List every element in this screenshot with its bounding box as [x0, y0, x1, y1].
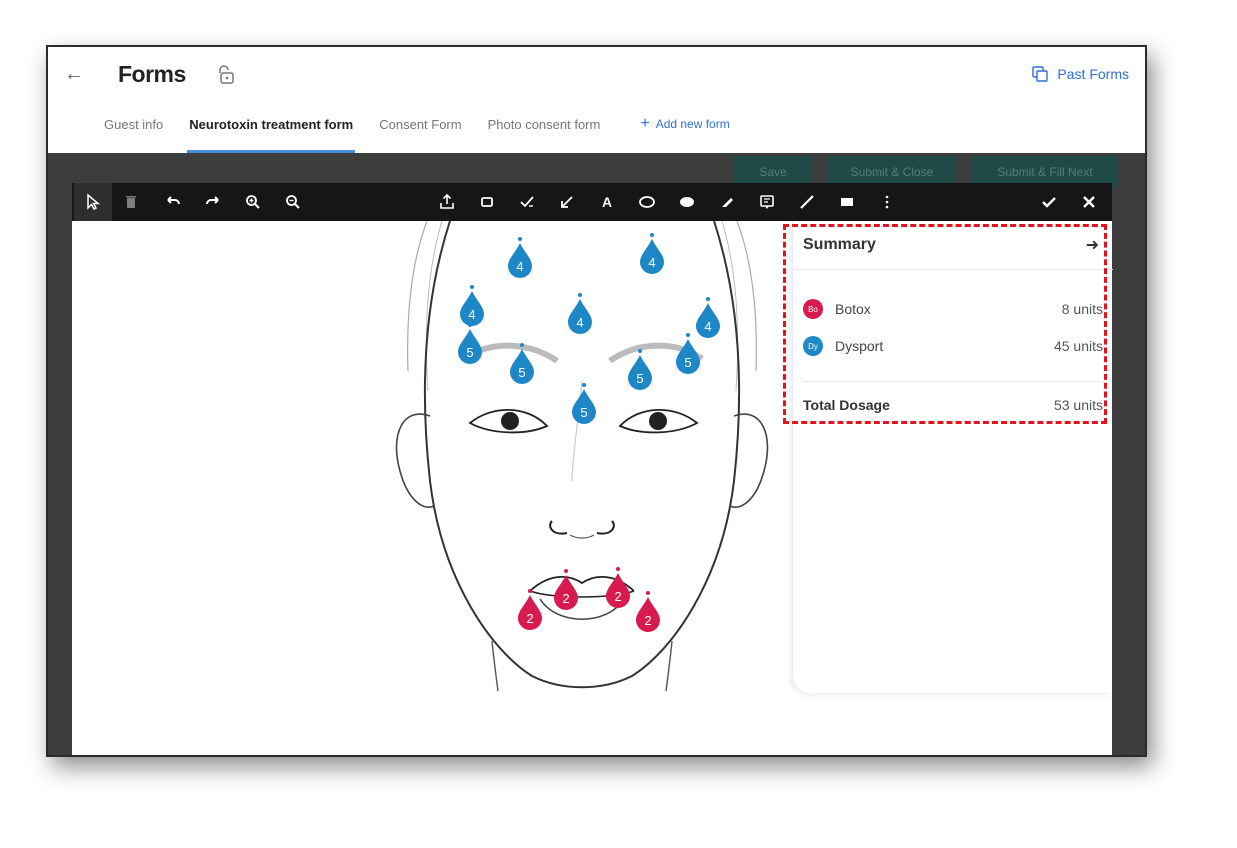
- product-units: 8 units: [1061, 301, 1103, 317]
- dysport-injection-point[interactable]: 5: [572, 383, 596, 424]
- checkmark-draw-icon[interactable]: [508, 183, 546, 221]
- tab-guest-info[interactable]: Guest info: [102, 113, 165, 153]
- summary-row-dysport: Dy Dysport 45 units: [803, 336, 1103, 356]
- back-arrow-icon[interactable]: ←: [64, 63, 86, 85]
- filled-rect-icon[interactable]: [828, 183, 866, 221]
- dose-label: 5: [518, 365, 525, 380]
- page-title: Forms: [118, 61, 186, 87]
- select-icon[interactable]: [74, 183, 112, 221]
- forms-window: ← Forms Past Forms Guest info Neurotoxin…: [46, 45, 1147, 757]
- summary-header: Summary ➜: [803, 235, 1099, 255]
- total-dosage-row: Total Dosage 53 units: [803, 397, 1103, 413]
- annotation-toolbar: A: [72, 183, 1112, 221]
- face-diagram[interactable]: 4 4 4 4 4 5 5 5 5 5 2 2 2 2: [372, 221, 792, 691]
- copy-forms-icon: [1032, 66, 1049, 82]
- zoom-in-icon[interactable]: [234, 183, 272, 221]
- undo-icon[interactable]: [154, 183, 192, 221]
- dysport-injection-point[interactable]: 5: [676, 333, 700, 374]
- zoom-out-icon[interactable]: [274, 183, 312, 221]
- upload-icon[interactable]: [428, 183, 466, 221]
- botox-injection-point[interactable]: 2: [518, 589, 542, 630]
- note-icon[interactable]: [748, 183, 786, 221]
- product-name: Dysport: [835, 338, 884, 354]
- past-forms-label: Past Forms: [1057, 66, 1129, 82]
- dysport-injection-point[interactable]: 4: [640, 233, 664, 274]
- dysport-injection-point[interactable]: 4: [460, 285, 484, 326]
- divider: [803, 381, 1103, 382]
- ellipse-icon[interactable]: [628, 183, 666, 221]
- product-name: Botox: [835, 301, 871, 317]
- dose-label: 5: [466, 345, 473, 360]
- dose-label: 2: [562, 591, 569, 606]
- dose-label: 4: [516, 259, 523, 274]
- divider: [793, 269, 1113, 270]
- filled-ellipse-icon[interactable]: [668, 183, 706, 221]
- text-icon[interactable]: A: [588, 183, 626, 221]
- header: ← Forms Past Forms Guest info Neurotoxin…: [48, 47, 1145, 153]
- add-new-form-button[interactable]: + Add new form: [640, 113, 730, 132]
- botox-badge: Bo: [803, 299, 823, 319]
- form-tabs: Guest info Neurotoxin treatment form Con…: [102, 113, 730, 153]
- total-dosage-label: Total Dosage: [803, 397, 890, 413]
- botox-injection-point[interactable]: 2: [554, 569, 578, 610]
- past-forms-link[interactable]: Past Forms: [1031, 65, 1129, 83]
- dose-label: 5: [636, 371, 643, 386]
- dysport-injection-point[interactable]: 4: [568, 293, 592, 334]
- drawing-canvas[interactable]: 4 4 4 4 4 5 5 5 5 5 2 2 2 2 Summary ➜ Bo Botox 8 unit…: [72, 221, 1113, 755]
- dysport-injection-point[interactable]: 4: [696, 297, 720, 338]
- dose-label: 4: [704, 319, 711, 334]
- botox-injection-point[interactable]: 2: [636, 591, 660, 632]
- dysport-injection-point[interactable]: 5: [628, 349, 652, 390]
- dose-label: 4: [648, 255, 655, 270]
- arrow-icon[interactable]: [548, 183, 586, 221]
- pen-icon[interactable]: [708, 183, 746, 221]
- plus-icon: +: [640, 115, 650, 132]
- tab-consent-form[interactable]: Consent Form: [377, 113, 463, 153]
- dose-label: 2: [526, 611, 533, 626]
- product-units: 45 units: [1053, 338, 1103, 354]
- dose-label: 4: [468, 307, 475, 322]
- rectangle-icon[interactable]: [468, 183, 506, 221]
- dose-label: 2: [644, 613, 651, 628]
- dose-label: 2: [614, 589, 621, 604]
- redo-icon[interactable]: [194, 183, 232, 221]
- add-new-form-label: Add new form: [655, 117, 730, 131]
- line-icon[interactable]: [788, 183, 826, 221]
- collapse-arrow-icon[interactable]: ➜: [1086, 235, 1099, 255]
- summary-panel: Summary ➜ Bo Botox 8 units Dy Dysport 45…: [792, 221, 1113, 693]
- dose-label: 5: [580, 405, 587, 420]
- tab-photo-consent-form[interactable]: Photo consent form: [486, 113, 603, 153]
- close-icon[interactable]: [1070, 183, 1108, 221]
- summary-title: Summary: [803, 236, 876, 253]
- botox-injection-point[interactable]: 2: [606, 567, 630, 608]
- confirm-icon[interactable]: [1030, 183, 1068, 221]
- dysport-injection-point[interactable]: 5: [458, 323, 482, 364]
- more-icon[interactable]: [868, 183, 906, 221]
- total-dosage-value: 53 units: [1053, 397, 1103, 413]
- dose-label: 4: [576, 315, 583, 330]
- summary-row-botox: Bo Botox 8 units: [803, 299, 1103, 319]
- unlock-icon[interactable]: [214, 63, 238, 87]
- dysport-badge: Dy: [803, 336, 823, 356]
- trash-icon[interactable]: [112, 183, 150, 221]
- dysport-injection-point[interactable]: 4: [508, 237, 532, 278]
- tab-neurotoxin-treatment-form[interactable]: Neurotoxin treatment form: [187, 113, 356, 153]
- text-tool-glyph: A: [601, 194, 613, 210]
- dose-label: 5: [684, 355, 691, 370]
